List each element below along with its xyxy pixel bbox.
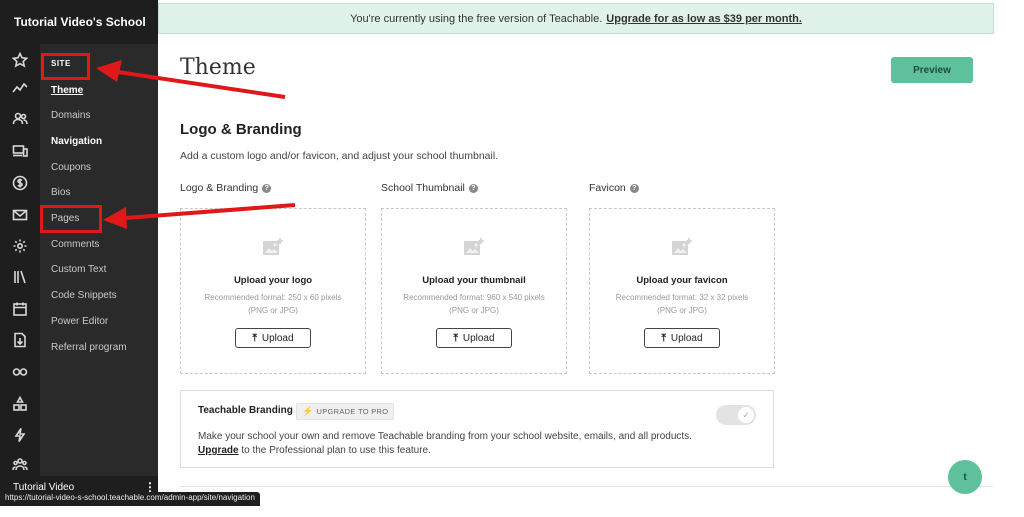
school-name[interactable]: Tutorial Video's School xyxy=(0,0,158,44)
upload-icon: ⤒ xyxy=(453,332,458,344)
upgrade-note-text: to the Professional plan to use this fea… xyxy=(238,445,431,456)
image-placeholder-icon xyxy=(671,237,693,257)
upload-icon: ⤒ xyxy=(252,332,257,344)
file-types: (PNG or JPG) xyxy=(248,306,298,315)
affiliates-icon[interactable] xyxy=(10,394,30,414)
download-icon[interactable] xyxy=(10,330,30,350)
file-types: (PNG or JPG) xyxy=(449,306,499,315)
submenu-item-domains[interactable]: Domains xyxy=(51,110,90,121)
annotation-box-pages xyxy=(40,205,102,233)
submenu-item-code-snippets[interactable]: Code Snippets xyxy=(51,290,117,301)
submenu-item-custom-text[interactable]: Custom Text xyxy=(51,264,106,275)
section-title: Logo & Branding xyxy=(180,121,302,138)
teachable-branding-description: Make your school your own and remove Tea… xyxy=(198,431,692,442)
logo-label: Logo & Branding? xyxy=(180,182,272,194)
submenu-item-comments[interactable]: Comments xyxy=(51,239,99,250)
calendar-icon[interactable] xyxy=(10,299,30,319)
status-url: https://tutorial-video-s-school.teachabl… xyxy=(0,492,260,506)
file-types: (PNG or JPG) xyxy=(657,306,707,315)
branding-toggle[interactable]: ✓ xyxy=(716,405,756,425)
upload-title: Upload your thumbnail xyxy=(422,275,526,286)
upload-button-label: Upload xyxy=(261,332,294,344)
key-icon[interactable] xyxy=(10,362,30,382)
upload-button-label: Upload xyxy=(670,332,703,344)
devices-icon[interactable] xyxy=(10,141,30,161)
teachable-branding-panel: Teachable Branding ⚡ UPGRADE TO PRO ✓ Mak… xyxy=(180,390,774,468)
divider xyxy=(180,486,993,487)
annotation-box-site xyxy=(41,53,90,80)
upgrade-banner: You're currently using the free version … xyxy=(158,3,994,34)
submenu-item-referral-program[interactable]: Referral program xyxy=(51,342,127,353)
upload-button-label: Upload xyxy=(462,332,495,344)
help-icon[interactable]: ? xyxy=(262,183,272,193)
analytics-icon[interactable] xyxy=(10,78,30,98)
submenu-item-power-editor[interactable]: Power Editor xyxy=(51,316,108,327)
check-icon: ✓ xyxy=(738,407,754,423)
upgrade-link[interactable]: Upgrade xyxy=(198,445,239,456)
submenu-item-coupons[interactable]: Coupons xyxy=(51,162,91,173)
upgrade-note: Upgrade to the Professional plan to use … xyxy=(198,445,431,456)
logo-upload-card[interactable]: Upload your logo Recommended format: 250… xyxy=(180,208,366,374)
upload-favicon-button[interactable]: ⤒ Upload xyxy=(644,328,720,348)
image-placeholder-icon xyxy=(463,237,485,257)
chat-button[interactable]: t xyxy=(948,460,982,494)
banner-text: You're currently using the free version … xyxy=(350,12,603,25)
favicon-upload-card[interactable]: Upload your favicon Recommended format: … xyxy=(589,208,775,374)
thumbnail-label: School Thumbnail? xyxy=(381,182,478,194)
icon-bar xyxy=(0,44,40,476)
logo-label-text: Logo & Branding xyxy=(180,182,259,194)
teachable-branding-title: Teachable Branding xyxy=(198,405,293,416)
dollar-icon[interactable] xyxy=(10,173,30,193)
bolt-icon[interactable] xyxy=(10,425,30,445)
community-icon[interactable] xyxy=(10,454,30,474)
recommended-format: Recommended format: 32 x 32 pixels xyxy=(615,293,749,302)
page-title: Theme xyxy=(180,55,256,80)
upload-title: Upload your favicon xyxy=(636,275,728,286)
upgrade-to-pro-badge[interactable]: ⚡ UPGRADE TO PRO xyxy=(296,403,395,420)
preview-button[interactable]: Preview xyxy=(891,57,973,83)
submenu-item-theme[interactable]: Theme xyxy=(51,85,83,96)
upload-logo-button[interactable]: ⤒ Upload xyxy=(235,328,311,348)
favicon-label-text: Favicon xyxy=(589,182,626,194)
badge-label: UPGRADE TO PRO xyxy=(316,407,389,416)
thumbnail-label-text: School Thumbnail xyxy=(381,182,465,194)
gear-icon[interactable] xyxy=(10,236,30,256)
thumbnail-upload-card[interactable]: Upload your thumbnail Recommended format… xyxy=(381,208,567,374)
site-submenu: SITE Theme Domains Navigation Coupons Bi… xyxy=(40,44,158,476)
submenu-item-bios[interactable]: Bios xyxy=(51,187,70,198)
users-icon[interactable] xyxy=(10,109,30,129)
mail-icon[interactable] xyxy=(10,205,30,225)
favicon-label: Favicon? xyxy=(589,182,639,194)
recommended-format: Recommended format: 250 x 60 pixels xyxy=(204,293,342,302)
help-icon[interactable]: ? xyxy=(629,183,639,193)
help-icon[interactable]: ? xyxy=(468,183,478,193)
section-description: Add a custom logo and/or favicon, and ad… xyxy=(180,150,499,162)
upload-title: Upload your logo xyxy=(233,275,313,286)
submenu-item-navigation[interactable]: Navigation xyxy=(51,136,102,147)
recommended-format: Recommended format: 960 x 540 pixels xyxy=(403,293,545,302)
bolt-icon: ⚡ xyxy=(302,406,314,416)
banner-upgrade-link[interactable]: Upgrade for as low as $39 per month. xyxy=(606,13,802,25)
library-icon[interactable] xyxy=(10,267,30,287)
upload-thumbnail-button[interactable]: ⤒ Upload xyxy=(436,328,512,348)
image-placeholder-icon xyxy=(262,237,284,257)
star-icon[interactable] xyxy=(10,50,30,70)
upload-icon: ⤒ xyxy=(661,332,666,344)
